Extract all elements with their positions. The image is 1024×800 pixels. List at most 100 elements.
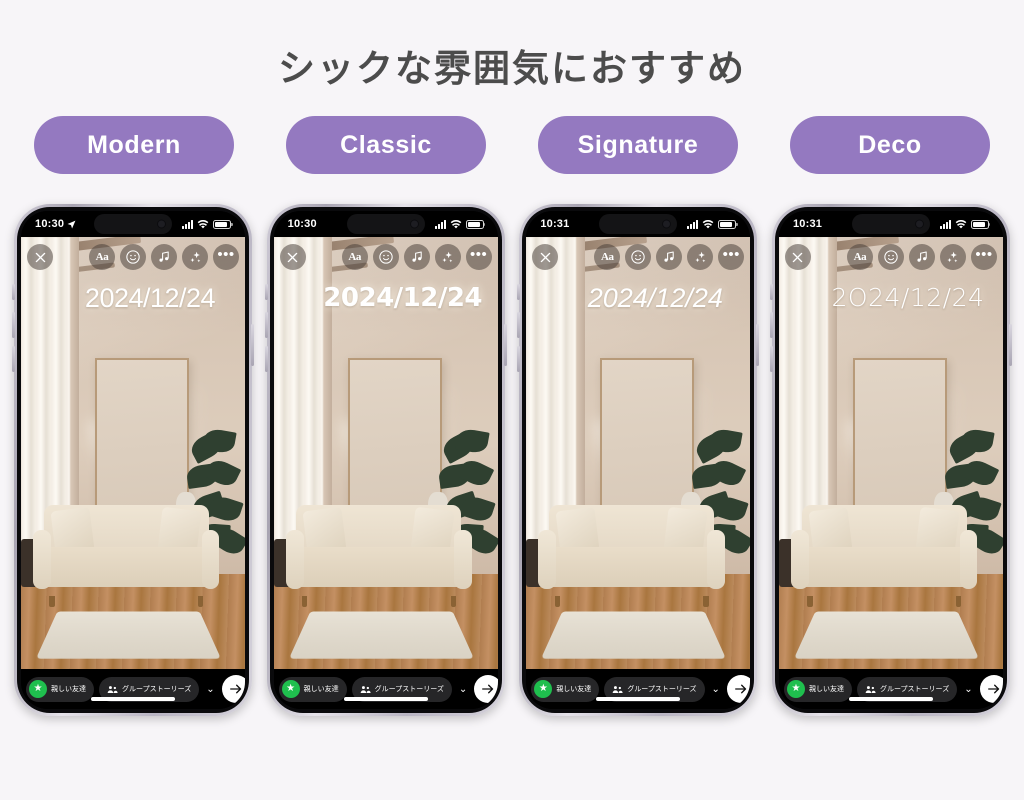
story-toolbar: Aa ••• [784,244,997,270]
style-tabs: Modern Classic Signature Deco [0,92,1024,174]
volume-down-button[interactable] [769,346,773,372]
group-stories-label: グループストーリーズ [122,685,192,693]
arrow-right-icon [229,684,241,694]
sofa-leg [301,596,308,608]
sticker-tool-button[interactable] [625,244,652,270]
close-friends-button[interactable]: ★ 親しい友達 [26,676,94,702]
effects-tool-button[interactable] [939,244,966,270]
status-time-label: 10:30 [35,218,65,230]
group-icon [360,685,371,693]
sparkles-icon [442,251,453,262]
story-canvas[interactable]: 2024/12/24 Aa ••• [273,237,498,669]
text-tool-button[interactable]: Aa [594,244,621,270]
expand-chevron-icon[interactable]: ⌄ [204,684,216,695]
status-bar: 10:30 [273,211,498,237]
sofa-seat [541,546,722,587]
front-camera-icon [914,219,924,229]
silent-switch[interactable] [769,284,773,300]
date-text-overlay-deco[interactable]: 2О24/12/24 [779,283,1003,312]
expand-chevron-icon[interactable]: ⌄ [962,684,974,695]
sofa-armrest [538,529,557,589]
text-tool-label: Aa [853,251,867,263]
close-friends-button[interactable]: ★ 親しい友達 [278,676,347,702]
text-tool-button[interactable]: Aa [846,244,873,270]
effects-tool-button[interactable] [182,244,208,270]
close-friends-button[interactable]: ★ 親しい友達 [783,676,852,702]
more-options-button[interactable]: ••• [465,244,492,270]
effects-tool-button[interactable] [434,244,461,270]
more-options-button[interactable]: ••• [970,244,997,270]
silent-switch[interactable] [12,284,15,300]
wifi-icon [450,219,461,228]
phone-previews: 10:30 2024/12/24 Aa ••• ★ 親しい友達 グループストーリ… [0,174,1024,716]
home-indicator [848,697,933,701]
style-tab-signature[interactable]: Signature [538,116,738,174]
status-time-label: 10:31 [792,218,823,230]
silent-switch[interactable] [264,284,268,300]
status-indicators [939,219,991,229]
area-rug [793,611,980,660]
date-text-overlay-signature[interactable]: 2024/12/24 [526,283,750,314]
status-time: 10:31 [793,218,822,230]
volume-up-button[interactable] [517,312,521,338]
status-time: 10:30 [35,218,76,230]
music-tool-button[interactable] [908,244,935,270]
volume-up-button[interactable] [769,312,773,338]
arrow-right-icon [987,684,999,694]
close-friends-star-icon: ★ [29,680,47,698]
power-button[interactable] [251,324,254,366]
more-options-button[interactable]: ••• [213,244,239,270]
volume-down-button[interactable] [12,346,15,372]
volume-down-button[interactable] [264,346,268,372]
close-friends-button[interactable]: ★ 親しい友達 [531,676,600,702]
sticker-tool-button[interactable] [120,244,146,270]
story-canvas[interactable]: 2024/12/24 Aa ••• [526,237,751,669]
close-button[interactable] [27,244,53,270]
sticker-face-icon [126,250,140,264]
close-button[interactable] [784,244,811,270]
sofa [285,504,473,608]
volume-up-button[interactable] [264,312,268,338]
story-canvas[interactable]: 2024/12/24 Aa ••• [21,237,245,669]
cellular-signal-icon [434,219,446,229]
story-canvas[interactable]: 2О24/12/24 Aa ••• [778,237,1003,669]
battery-icon [213,219,233,229]
close-friends-star-icon: ★ [281,680,300,698]
sofa-seat [36,546,216,587]
area-rug [288,611,474,660]
sofa-leg [703,596,709,608]
style-tab-classic[interactable]: Classic [286,116,486,174]
music-note-icon [159,251,169,262]
sofa [791,504,978,608]
close-icon [35,252,45,262]
sticker-tool-button[interactable] [372,244,399,270]
silent-switch[interactable] [517,284,521,300]
music-tool-button[interactable] [656,244,683,270]
story-toolbar: Aa ••• [532,244,745,270]
power-button[interactable] [1008,324,1012,366]
music-tool-button[interactable] [151,244,177,270]
power-button[interactable] [756,324,760,366]
story-tools: Aa ••• [341,244,492,270]
effects-tool-button[interactable] [687,244,714,270]
date-text-overlay-modern[interactable]: 2024/12/24 [21,283,245,314]
power-button[interactable] [503,324,507,366]
sofa [33,504,220,608]
story-tools: Aa ••• [594,244,745,270]
text-tool-button[interactable]: Aa [89,244,115,270]
expand-chevron-icon[interactable]: ⌄ [710,684,722,695]
close-button[interactable] [532,244,559,270]
expand-chevron-icon[interactable]: ⌄ [457,684,469,695]
close-button[interactable] [279,244,306,270]
more-options-button[interactable]: ••• [718,244,745,270]
style-tab-modern[interactable]: Modern [34,116,234,174]
date-text-overlay-classic[interactable]: 2024/12/24 [274,283,498,313]
volume-up-button[interactable] [12,312,15,338]
phone-screen: 10:31 [778,211,1003,709]
sticker-tool-button[interactable] [877,244,904,270]
text-tool-button[interactable]: Aa [341,244,368,270]
sofa-armrest [33,529,51,589]
style-tab-deco[interactable]: Deco [790,116,990,174]
volume-down-button[interactable] [517,346,521,372]
music-tool-button[interactable] [403,244,430,270]
